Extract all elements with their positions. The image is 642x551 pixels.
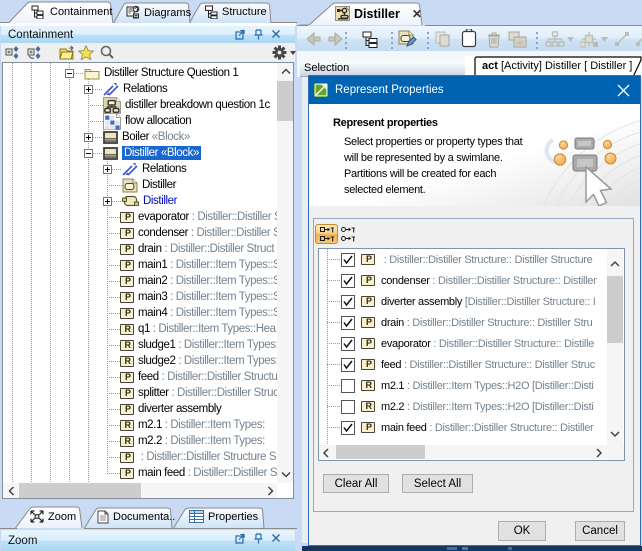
svg-text:T: T	[330, 226, 334, 234]
svg-text:T: T	[351, 226, 355, 234]
svg-text:T: T	[330, 234, 334, 242]
svg-text:T: T	[351, 234, 355, 242]
